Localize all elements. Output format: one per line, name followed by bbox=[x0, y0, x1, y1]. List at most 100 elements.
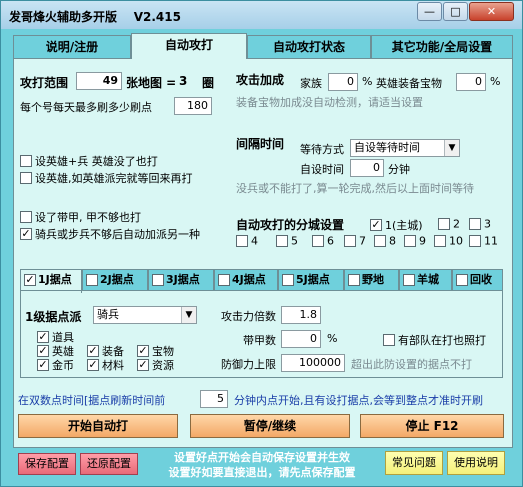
city-check-11[interactable]: 11 bbox=[469, 234, 498, 248]
check-hero-plus-troops[interactable]: 设英雄+兵 英雄没了也打 bbox=[20, 153, 158, 168]
checkbox[interactable] bbox=[469, 218, 481, 230]
dispatch-select[interactable]: 骑兵 ▼ bbox=[93, 306, 197, 324]
armor-input[interactable]: 0 bbox=[281, 330, 321, 348]
checkbox[interactable]: ✓ bbox=[137, 345, 149, 357]
hero-treasure-input[interactable]: 0 bbox=[456, 73, 486, 91]
save-config-button[interactable]: 保存配置 bbox=[18, 453, 76, 475]
item-check-resource[interactable]: ✓ 资源 bbox=[137, 357, 174, 372]
check-hero-wait-return[interactable]: 设英雄,如英雄派完就等回来再打 bbox=[20, 170, 193, 185]
stop-button[interactable]: 停止 F12 bbox=[360, 414, 504, 438]
checkbox[interactable]: ✓ bbox=[20, 228, 32, 240]
attack-multiplier-input[interactable]: 1.8 bbox=[281, 306, 321, 324]
interval-title: 间隔时间 bbox=[236, 137, 285, 151]
tab-auto-attack-status[interactable]: 自动攻打状态 bbox=[247, 35, 371, 59]
title-text: 发哥烽火辅助多开版 bbox=[9, 10, 118, 24]
item-check-treasure[interactable]: ✓ 宝物 bbox=[137, 343, 174, 358]
item-check-hero[interactable]: ✓ 英雄 bbox=[37, 343, 74, 358]
checkbox[interactable] bbox=[218, 274, 230, 286]
inner-tab-2j[interactable]: 2J据点 bbox=[82, 269, 148, 291]
check-auto-add-other-troop[interactable]: ✓ 骑兵或步兵不够后自动加派另一种 bbox=[20, 226, 200, 241]
city-check-5[interactable]: 5 bbox=[276, 234, 298, 248]
checkbox[interactable]: ✓ bbox=[87, 359, 99, 371]
checkbox[interactable]: ✓ bbox=[37, 331, 49, 343]
checkbox[interactable] bbox=[383, 334, 395, 346]
inner-tab-recycle[interactable]: 回收 bbox=[452, 269, 503, 291]
item-check-equipment[interactable]: ✓ 装备 bbox=[87, 343, 124, 358]
pause-button[interactable]: 暂停/继续 bbox=[190, 414, 350, 438]
checkbox[interactable] bbox=[348, 274, 360, 286]
footer-note-1: 设置好点开始会自动保存设置并生效 bbox=[174, 451, 350, 464]
checkbox[interactable]: ✓ bbox=[370, 219, 382, 231]
max-refresh-input[interactable]: 180 bbox=[174, 97, 212, 115]
maximize-button[interactable]: □ bbox=[443, 2, 468, 21]
checkbox[interactable] bbox=[20, 172, 32, 184]
wait-mode-select[interactable]: 自设等待时间 ▼ bbox=[350, 139, 460, 157]
city-check-2[interactable]: 2 bbox=[438, 217, 460, 231]
checkbox[interactable] bbox=[276, 235, 288, 247]
checkbox[interactable] bbox=[236, 235, 248, 247]
checkbox[interactable] bbox=[312, 235, 324, 247]
inner-tab-4j[interactable]: 4J据点 bbox=[214, 269, 278, 291]
checkbox[interactable] bbox=[456, 274, 468, 286]
close-button[interactable]: ✕ bbox=[469, 2, 514, 21]
item-check-props[interactable]: ✓ 道具 bbox=[37, 329, 74, 344]
checkbox[interactable] bbox=[20, 155, 32, 167]
item-check-gold[interactable]: ✓ 金币 bbox=[37, 357, 74, 372]
custom-time-input[interactable]: 0 bbox=[350, 159, 384, 177]
city-check-10[interactable]: 10 bbox=[434, 234, 463, 248]
inner-tab-label: 2J据点 bbox=[100, 273, 134, 286]
restore-config-button[interactable]: 还原配置 bbox=[80, 453, 138, 475]
checkbox[interactable]: ✓ bbox=[37, 359, 49, 371]
checkbox[interactable] bbox=[434, 235, 446, 247]
checkbox[interactable]: ✓ bbox=[24, 274, 36, 286]
refresh-minutes-input[interactable]: 5 bbox=[200, 390, 228, 408]
city-check-7[interactable]: 7 bbox=[344, 234, 366, 248]
manual-button[interactable]: 使用说明 bbox=[447, 451, 505, 475]
map-count-label: 张地图 = bbox=[126, 76, 177, 90]
checkbox[interactable]: ✓ bbox=[87, 345, 99, 357]
checkbox[interactable] bbox=[20, 211, 32, 223]
check-armor-not-enough[interactable]: 设了带甲, 甲不够也打 bbox=[20, 209, 141, 224]
start-button[interactable]: 开始自动打 bbox=[18, 414, 178, 438]
footer-note-2: 设置好如要直接退出，请先点保存配置 bbox=[168, 466, 356, 479]
family-input[interactable]: 0 bbox=[328, 73, 358, 91]
inner-tab-goat-city[interactable]: 羊城 bbox=[399, 269, 452, 291]
checkbox[interactable]: ✓ bbox=[37, 345, 49, 357]
city-label: 7 bbox=[359, 234, 366, 248]
tab-auto-attack[interactable]: 自动攻打 bbox=[131, 33, 247, 59]
tab-instructions[interactable]: 说明/注册 bbox=[13, 35, 131, 59]
bonus-title: 攻击加成 bbox=[236, 73, 285, 87]
city-check-8[interactable]: 8 bbox=[374, 234, 396, 248]
city-check-4[interactable]: 4 bbox=[236, 234, 258, 248]
checkbox[interactable] bbox=[374, 235, 386, 247]
inner-tab-5j[interactable]: 5J据点 bbox=[278, 269, 344, 291]
check-label: 设英雄+兵 英雄没了也打 bbox=[35, 155, 158, 168]
armor-label: 带甲数 bbox=[243, 334, 276, 347]
title-bar[interactable]: 发哥烽火辅助多开版 V2.415 — □ ✕ bbox=[1, 1, 522, 29]
checkbox[interactable] bbox=[469, 235, 481, 247]
city-check-6[interactable]: 6 bbox=[312, 234, 334, 248]
checkbox[interactable] bbox=[86, 274, 98, 286]
checkbox[interactable] bbox=[438, 218, 450, 230]
checkbox[interactable] bbox=[344, 235, 356, 247]
checkbox[interactable] bbox=[403, 274, 415, 286]
city-check-1[interactable]: ✓ 1(主城) bbox=[370, 217, 423, 232]
checkbox[interactable] bbox=[404, 235, 416, 247]
city-label: 1(主城) bbox=[385, 219, 423, 232]
tab-other-settings[interactable]: 其它功能/全局设置 bbox=[371, 35, 513, 59]
city-check-3[interactable]: 3 bbox=[469, 217, 491, 231]
item-check-material[interactable]: ✓ 材料 bbox=[87, 357, 124, 372]
inner-tab-wild[interactable]: 野地 bbox=[344, 269, 399, 291]
city-check-9[interactable]: 9 bbox=[404, 234, 426, 248]
inner-tab-3j[interactable]: 3J据点 bbox=[148, 269, 214, 291]
check-troops-attacking[interactable]: 有部队在打也照打 bbox=[383, 332, 486, 347]
checkbox[interactable] bbox=[152, 274, 164, 286]
inner-tab-label: 回收 bbox=[470, 273, 492, 286]
checkbox[interactable] bbox=[282, 274, 294, 286]
attack-range-input[interactable]: 49 bbox=[76, 72, 122, 90]
defense-cap-input[interactable]: 100000 bbox=[281, 354, 345, 372]
faq-button[interactable]: 常见问题 bbox=[385, 451, 443, 475]
checkbox[interactable]: ✓ bbox=[137, 359, 149, 371]
check-label: 有部队在打也照打 bbox=[398, 334, 486, 347]
minimize-button[interactable]: — bbox=[417, 2, 442, 21]
